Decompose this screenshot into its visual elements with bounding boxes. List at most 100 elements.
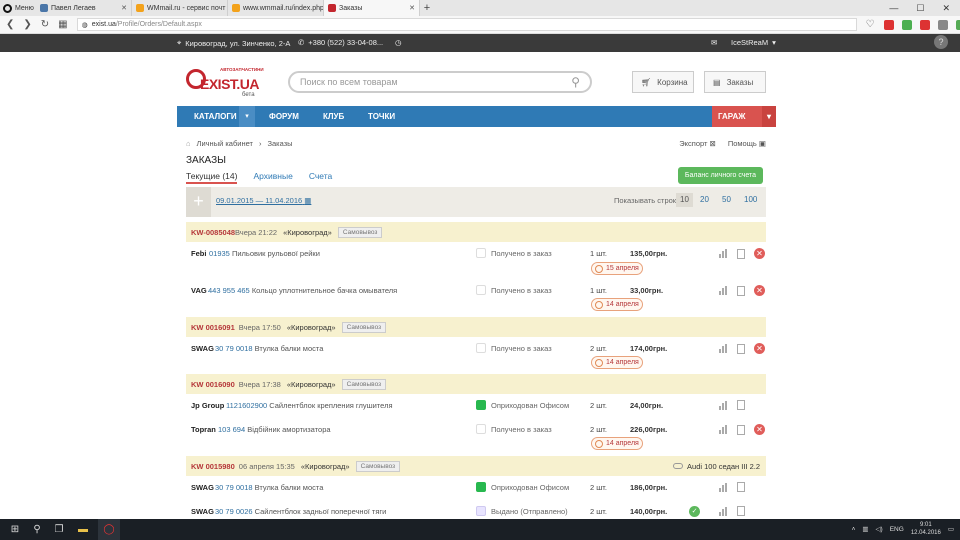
new-tab-button[interactable]: + [420, 2, 434, 14]
document-icon[interactable] [737, 343, 745, 354]
notifications-icon[interactable]: ▭ [948, 525, 954, 533]
download-extension-icon[interactable] [901, 19, 912, 30]
taskbar-clock[interactable]: 9:01 12.04.2016 [911, 521, 941, 537]
item-description[interactable]: 01935 Пильовик рульової рейки [209, 249, 320, 258]
extension-icon[interactable] [937, 19, 948, 30]
close-window-icon[interactable]: ✕ [942, 3, 950, 14]
adblock-icon[interactable] [883, 19, 894, 30]
page-size-100[interactable]: 100 [740, 193, 761, 207]
price-chart-icon[interactable] [719, 286, 728, 295]
price-chart-icon[interactable] [719, 506, 728, 516]
reload-icon[interactable]: ↻ [41, 19, 49, 30]
price-chart-icon[interactable] [719, 482, 728, 492]
add-filter-button[interactable]: + [186, 187, 211, 217]
item-code[interactable]: 30 79 0026 [215, 507, 253, 516]
forward-icon[interactable]: ❯ [23, 19, 31, 30]
order-number[interactable]: KW 0015980 [191, 462, 235, 471]
document-icon[interactable] [737, 424, 745, 435]
item-description[interactable]: 30 79 0026 Сайлентблок задньої поперечно… [215, 507, 386, 516]
windows-start-icon[interactable]: ⊞ [4, 519, 26, 540]
browser-menu-button[interactable]: Меню [0, 0, 36, 16]
cancel-item-icon[interactable]: ✕ [754, 285, 765, 296]
tray-expand-icon[interactable]: ˄ [852, 526, 856, 533]
extension-icon[interactable] [955, 19, 960, 30]
nav-garage-button[interactable]: ГАРАЖ ▾ [712, 106, 776, 127]
page-size-10[interactable]: 10 [676, 193, 693, 207]
home-icon[interactable]: ⌂ [186, 139, 191, 148]
maximize-icon[interactable]: ☐ [916, 3, 924, 14]
tab-close-icon[interactable]: ✕ [409, 4, 415, 12]
page-size-50[interactable]: 50 [718, 193, 735, 207]
document-icon[interactable] [737, 248, 745, 259]
item-description[interactable]: 103 694 Відбійник амортизатора [218, 425, 331, 434]
hours-clock-icon[interactable]: ◷ [395, 38, 402, 47]
keyboard-language[interactable]: ENG [890, 526, 904, 533]
balance-button[interactable]: Баланс личного счета [678, 167, 763, 184]
nav-item-points[interactable]: ТОЧКИ [368, 106, 395, 127]
item-code[interactable]: 443 955 465 [208, 286, 250, 295]
price-chart-icon[interactable] [719, 425, 728, 434]
tab-current[interactable]: Текущие (14) [186, 171, 238, 184]
breadcrumb-cabinet[interactable]: Личный кабинет [197, 139, 253, 148]
item-code[interactable]: 01935 [209, 249, 230, 258]
linked-car[interactable]: Audi 100 седан III 2.2 [673, 462, 760, 471]
item-code[interactable]: 30 79 0018 [215, 483, 253, 492]
chevron-down-icon[interactable]: ▾ [762, 106, 776, 127]
site-logo[interactable]: АВТОЗАПЧАСТИНИ EXIST.UA бета [186, 64, 266, 100]
chevron-down-icon[interactable]: ▾ [239, 106, 255, 127]
store-phone[interactable]: ✆ +380 (522) 33-04-08... [298, 38, 383, 47]
back-icon[interactable]: ❮ [6, 19, 14, 30]
minimize-icon[interactable]: — [889, 3, 898, 14]
tab-archived[interactable]: Архивные [253, 171, 292, 184]
document-icon[interactable] [737, 506, 745, 516]
date-range-picker[interactable]: 09.01.2015 — 11.04.2016 ▦ [216, 196, 311, 205]
mail-icon[interactable]: ✉ [711, 38, 717, 47]
user-menu[interactable]: IceStReaM ▾ [731, 38, 776, 47]
page-size-20[interactable]: 20 [696, 193, 713, 207]
order-number[interactable]: KW 0016090 [191, 380, 235, 389]
help-link[interactable]: Помощь ▣ [728, 139, 766, 148]
price-chart-icon[interactable] [719, 249, 728, 258]
order-number[interactable]: KW-0085048 [191, 228, 235, 237]
store-address[interactable]: ⌖ Кировоград, ул. Зинченко, 2-А [177, 38, 290, 48]
search-icon[interactable]: ⚲ [571, 75, 580, 89]
extension-icon[interactable] [919, 19, 930, 30]
cancel-item-icon[interactable]: ✕ [754, 424, 765, 435]
bookmark-heart-icon[interactable]: ♡ [866, 19, 875, 30]
nav-item-forum[interactable]: ФОРУМ [269, 106, 299, 127]
price-chart-icon[interactable] [719, 344, 728, 353]
document-icon[interactable] [737, 285, 745, 296]
browser-tab[interactable]: www.wmmail.ru/index.php ✕ [228, 0, 324, 16]
cancel-item-icon[interactable]: ✕ [754, 248, 765, 259]
document-icon[interactable] [737, 482, 745, 492]
opera-taskbar-icon[interactable]: ◯ [98, 519, 120, 540]
search-icon[interactable]: ⚲ [26, 519, 48, 540]
browser-tab[interactable]: Павел Легаев ✕ [36, 0, 132, 16]
file-explorer-icon[interactable]: ▬ [72, 519, 94, 540]
browser-tab-active[interactable]: Заказы ✕ [324, 0, 420, 16]
help-question-icon[interactable]: ? [934, 35, 948, 49]
tab-invoices[interactable]: Счета [309, 171, 332, 184]
cart-button[interactable]: 🛒︎ Корзина [632, 71, 694, 93]
nav-item-catalogs[interactable]: КАТАЛОГИ [194, 106, 237, 127]
export-link[interactable]: Экспорт ⊠ [679, 139, 716, 148]
document-icon[interactable] [737, 400, 745, 410]
search-input[interactable]: Поиск по всем товарам ⚲ [288, 71, 592, 93]
item-description[interactable]: 30 79 0018 Втулка балки моста [215, 483, 323, 492]
item-code[interactable]: 1121602900 [226, 401, 267, 410]
item-description[interactable]: 443 955 465 Кольцо уплотнительное бачка … [208, 286, 397, 295]
speed-dial-icon[interactable]: ▦ [58, 19, 67, 30]
task-view-icon[interactable]: ❐ [48, 519, 70, 540]
volume-icon[interactable]: ◁) [876, 525, 883, 533]
order-number[interactable]: KW 0016091 [191, 323, 235, 332]
tab-close-icon[interactable]: ✕ [121, 4, 127, 12]
nav-item-club[interactable]: КЛУБ [323, 106, 344, 127]
item-description[interactable]: 1121602900 Сайлентблок крепления глушите… [226, 401, 393, 410]
network-icon[interactable]: ▥ [862, 525, 868, 533]
item-description[interactable]: 30 79 0018 Втулка балки моста [215, 344, 323, 353]
browser-tab[interactable]: WMmail.ru - сервис почт ✕ [132, 0, 228, 16]
url-field[interactable]: ◍ exist.ua/Profile/Orders/Default.aspx [76, 18, 857, 31]
cancel-item-icon[interactable]: ✕ [754, 343, 765, 354]
orders-button[interactable]: ▤ Заказы [704, 71, 766, 93]
price-chart-icon[interactable] [719, 400, 728, 410]
